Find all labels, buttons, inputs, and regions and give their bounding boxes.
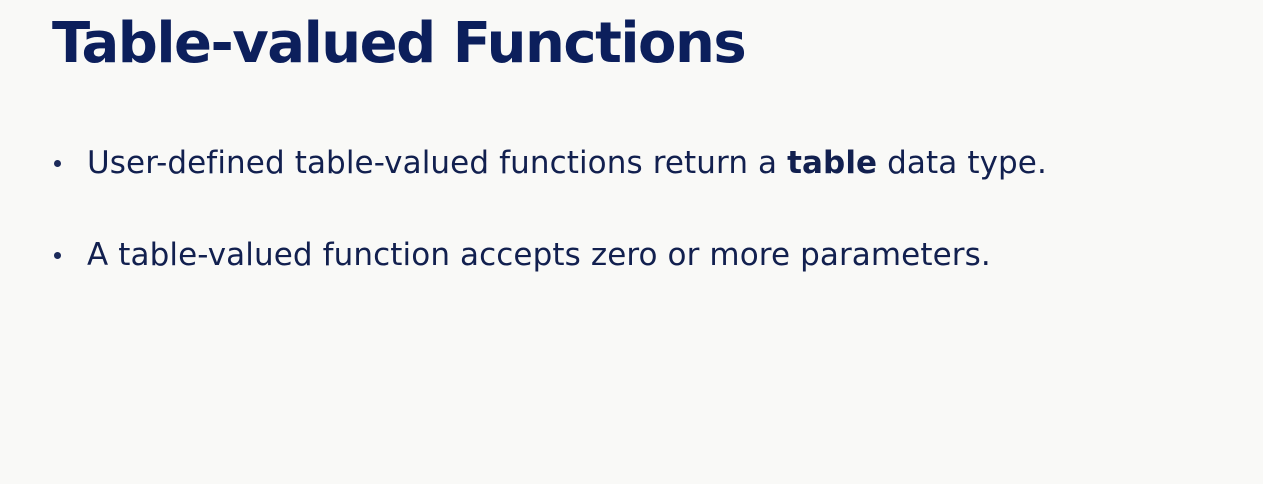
bullet-text-2: A table-valued function accepts zero or … [87,237,991,273]
bullet-dot-icon [54,251,61,259]
bullet-text-1-before: User-defined table-valued functions retu… [87,145,788,181]
bullet-text-1-bold: table [787,145,878,181]
bullet-item-2: A table-valued function accepts zero or … [54,230,991,280]
bullet-text-1-after: data type. [877,145,1047,181]
bullet-dot-icon [54,159,61,167]
bullet-item-1: User-defined table-valued functions retu… [54,138,1047,188]
bullet-text-1: User-defined table-valued functions retu… [87,145,1047,181]
slide-title: Table-valued Functions [52,11,747,76]
slide: Table-valued Functions User-defined tabl… [0,0,1263,484]
